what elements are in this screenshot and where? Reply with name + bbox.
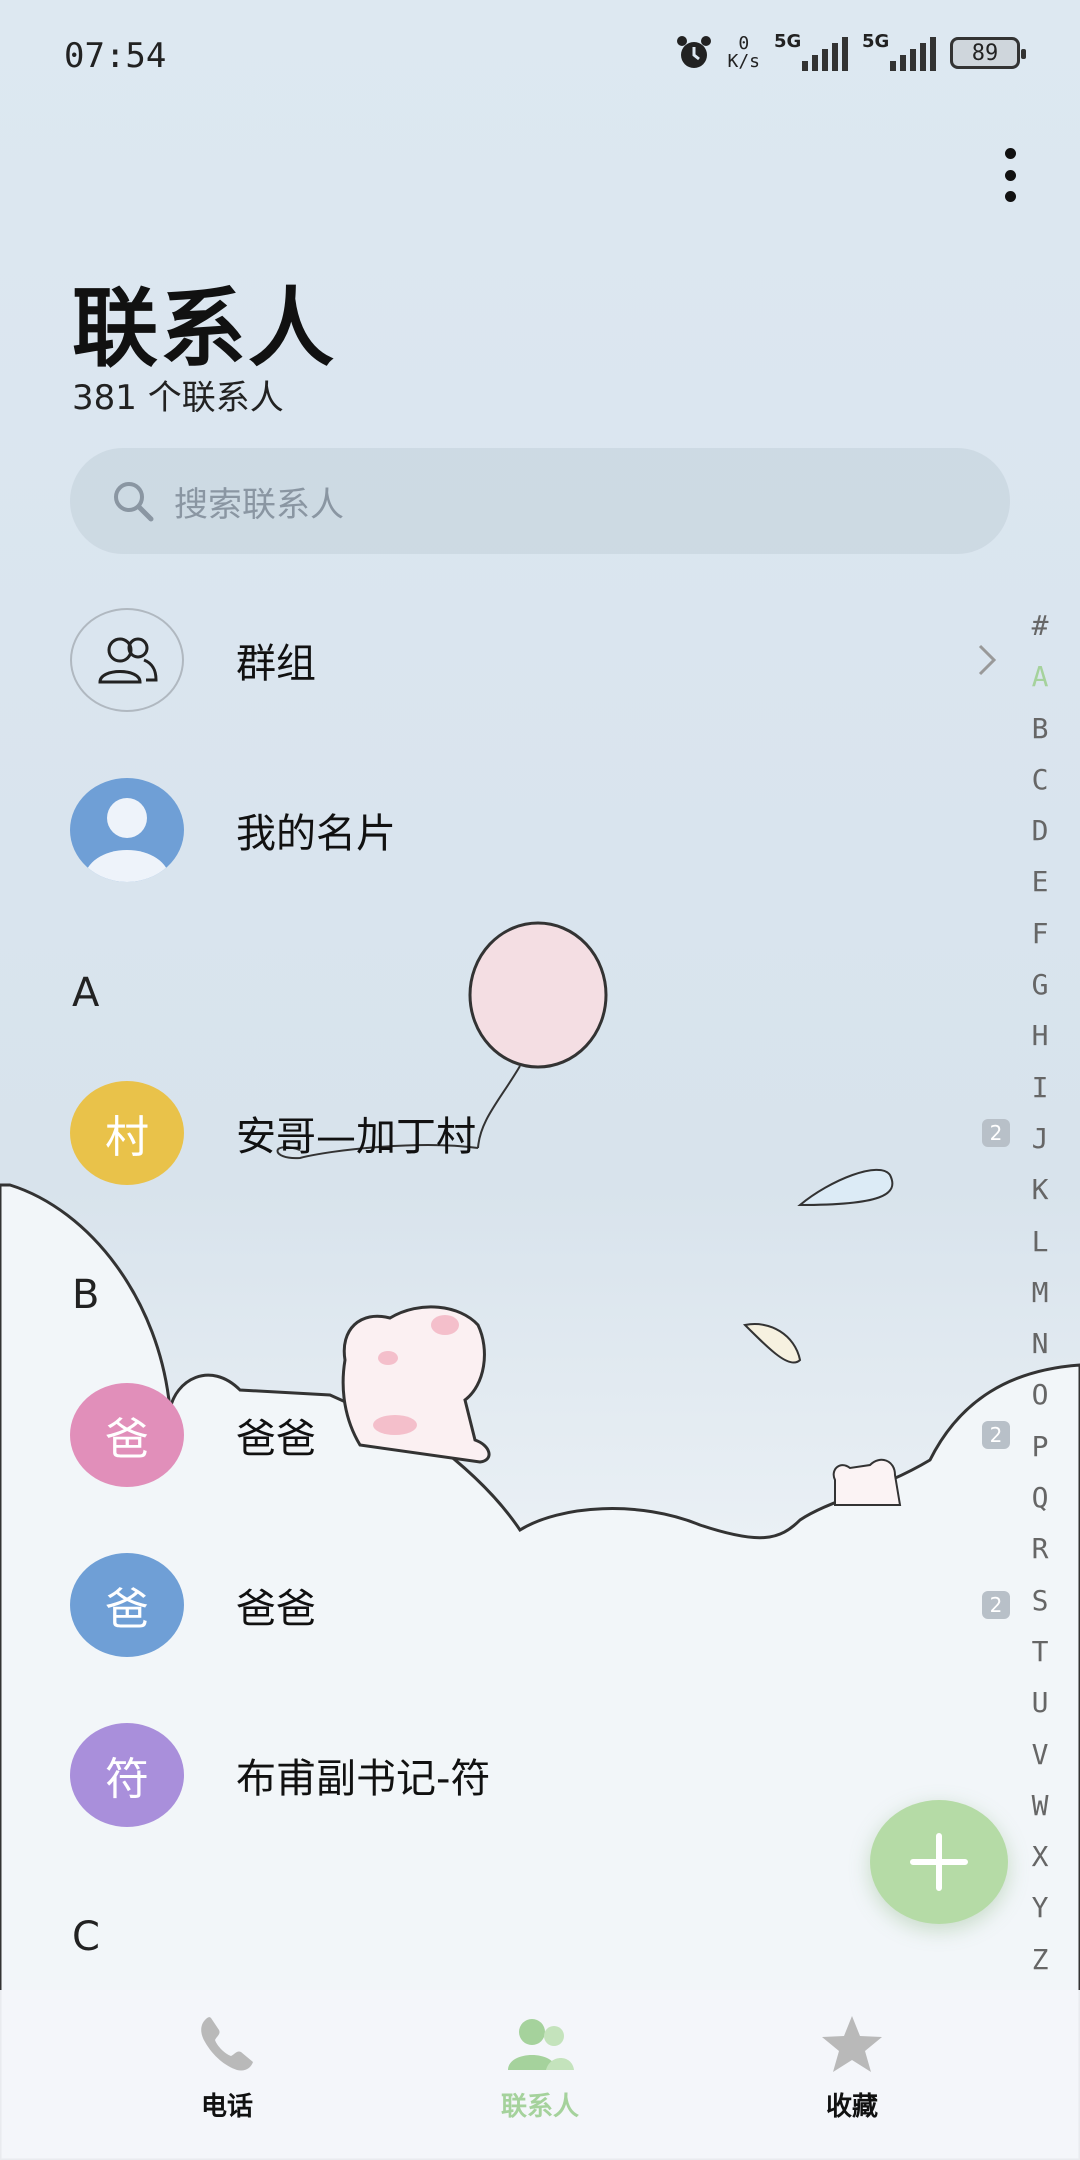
alphabet-index[interactable]: # A B C D E F G H I J K L M N O P Q R S T U V W X Y Z bbox=[1014, 600, 1066, 1985]
index-letter[interactable]: B bbox=[1032, 703, 1049, 754]
index-letter[interactable]: S bbox=[1032, 1575, 1049, 1626]
index-letter[interactable]: Z bbox=[1032, 1934, 1049, 1985]
status-bar: 07:54 0 K/s 5G 5G 89 bbox=[0, 0, 1080, 110]
index-letter[interactable]: C bbox=[1032, 754, 1049, 805]
contact-name: 爸爸 bbox=[236, 1586, 316, 1632]
section-header-a: A bbox=[72, 970, 100, 1016]
index-letter[interactable]: R bbox=[1032, 1523, 1049, 1574]
battery-indicator: 89 bbox=[950, 37, 1026, 69]
index-letter[interactable]: N bbox=[1032, 1318, 1049, 1369]
group-icon bbox=[98, 637, 158, 684]
index-letter[interactable]: L bbox=[1032, 1216, 1049, 1267]
tab-favorites-label: 收藏 bbox=[825, 2092, 878, 2122]
network-speed: 0 K/s bbox=[727, 35, 760, 71]
index-letter[interactable]: T bbox=[1032, 1626, 1049, 1677]
groups-label: 群组 bbox=[236, 641, 316, 687]
section-header-b: B bbox=[72, 1272, 100, 1318]
sim2-network-label: 5G bbox=[862, 31, 890, 52]
contact-avatar: 爸 bbox=[70, 1553, 184, 1657]
sim-badge: 2 bbox=[982, 1119, 1010, 1147]
contacts-icon bbox=[508, 2019, 574, 2070]
contact-avatar: 符 bbox=[70, 1723, 184, 1827]
add-contact-button[interactable] bbox=[870, 1800, 1008, 1924]
groups-row[interactable]: 群组 bbox=[70, 605, 1010, 715]
index-letter[interactable]: F bbox=[1032, 908, 1049, 959]
sim-badge: 2 bbox=[982, 1591, 1010, 1619]
tab-phone-label: 电话 bbox=[200, 2092, 253, 2122]
index-letter[interactable]: # bbox=[1032, 600, 1049, 651]
index-letter[interactable]: G bbox=[1032, 959, 1049, 1010]
contact-avatar: 爸 bbox=[70, 1383, 184, 1487]
sim-badge: 2 bbox=[982, 1421, 1010, 1449]
my-card-avatar bbox=[70, 778, 184, 882]
signal-sim1-icon: 5G bbox=[774, 31, 848, 71]
contact-name: 爸爸 bbox=[236, 1416, 316, 1462]
index-letter[interactable]: Y bbox=[1032, 1882, 1049, 1933]
tab-favorites[interactable]: 收藏 bbox=[752, 2014, 952, 2123]
plus-icon bbox=[910, 1833, 968, 1891]
search-placeholder: 搜索联系人 bbox=[174, 484, 344, 525]
network-speed-unit: K/s bbox=[727, 51, 760, 72]
status-time: 07:54 bbox=[64, 36, 167, 76]
index-letter[interactable]: W bbox=[1032, 1780, 1049, 1831]
chevron-right-icon bbox=[978, 644, 997, 676]
search-input[interactable]: 搜索联系人 bbox=[70, 448, 1010, 554]
alarm-icon bbox=[677, 36, 712, 68]
index-letter[interactable]: P bbox=[1032, 1421, 1049, 1472]
contact-count: 381 个联系人 bbox=[72, 378, 284, 418]
tab-contacts[interactable]: 联系人 bbox=[440, 2014, 640, 2123]
index-letter[interactable]: E bbox=[1032, 856, 1049, 907]
index-letter[interactable]: I bbox=[1032, 1062, 1049, 1113]
index-letter[interactable]: H bbox=[1032, 1010, 1049, 1061]
person-icon bbox=[85, 798, 169, 882]
index-letter[interactable]: J bbox=[1032, 1113, 1049, 1164]
contact-row[interactable]: 爸 爸爸 2 bbox=[70, 1550, 1010, 1660]
status-icons: 0 K/s 5G 5G 89 bbox=[675, 31, 1026, 72]
contact-name: 布甫副书记-符 bbox=[236, 1756, 491, 1802]
my-card-label: 我的名片 bbox=[236, 811, 396, 857]
index-letter[interactable]: M bbox=[1032, 1267, 1049, 1318]
contact-row[interactable]: 爸 爸爸 2 bbox=[70, 1380, 1010, 1490]
index-letter[interactable]: A bbox=[1032, 651, 1049, 702]
tab-phone[interactable]: 电话 bbox=[127, 2014, 327, 2123]
sim1-network-label: 5G bbox=[774, 31, 802, 52]
page-title: 联系人 bbox=[72, 279, 336, 379]
index-letter[interactable]: Q bbox=[1032, 1472, 1049, 1523]
index-letter[interactable]: U bbox=[1032, 1677, 1049, 1728]
bottom-navigation: 电话 联系人 收藏 bbox=[0, 1990, 1080, 2160]
index-letter[interactable]: O bbox=[1032, 1369, 1049, 1420]
star-icon bbox=[822, 2016, 882, 2072]
index-letter[interactable]: K bbox=[1032, 1164, 1049, 1215]
more-vertical-icon bbox=[1004, 148, 1016, 159]
tab-contacts-label: 联系人 bbox=[500, 2092, 579, 2122]
signal-sim2-icon: 5G bbox=[862, 31, 936, 71]
index-letter[interactable]: D bbox=[1032, 805, 1049, 856]
index-letter[interactable]: X bbox=[1032, 1831, 1049, 1882]
phone-icon bbox=[201, 2017, 253, 2071]
my-card-row[interactable]: 我的名片 bbox=[70, 775, 1010, 885]
section-header-c: C bbox=[72, 1914, 100, 1960]
index-letter[interactable]: V bbox=[1032, 1729, 1049, 1780]
more-options-button[interactable] bbox=[990, 140, 1030, 210]
search-icon bbox=[114, 482, 154, 522]
contact-avatar: 村 bbox=[70, 1081, 184, 1185]
contact-row[interactable]: 符 布甫副书记-符 bbox=[70, 1720, 1010, 1830]
contact-row[interactable]: 村 安哥—加丁村 2 bbox=[70, 1078, 1010, 1188]
contact-name: 安哥—加丁村 bbox=[236, 1114, 476, 1160]
groups-avatar bbox=[70, 608, 184, 712]
